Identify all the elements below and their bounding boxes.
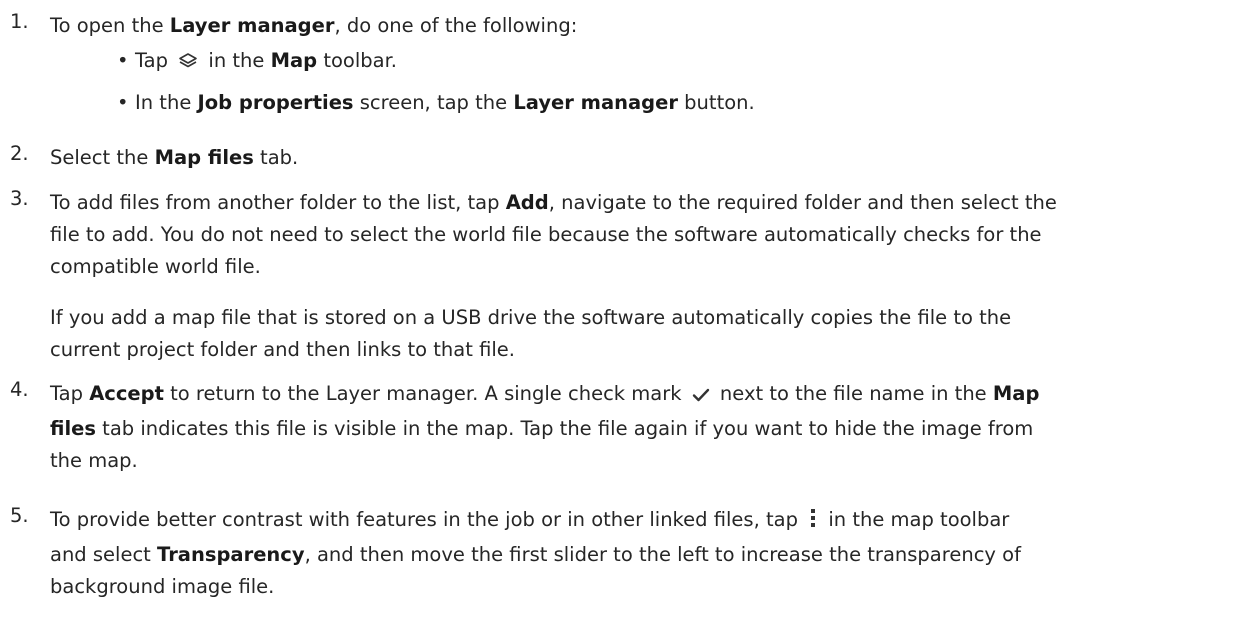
step-text: Tap Accept to return to the Layer manage… (50, 381, 1040, 472)
bullet-item: • In the Job properties screen, tap the … (117, 91, 755, 114)
more-vertical-icon (808, 507, 818, 539)
step-text: Select the Map files tab. (50, 146, 299, 169)
step-number: 1. (10, 10, 29, 33)
bullet-item: • Tap in the Map toolbar. (117, 49, 397, 75)
bullet-dot: • (117, 49, 129, 72)
step-text: To provide better contrast with features… (50, 507, 1021, 598)
step-text: To add files from another folder to the … (50, 191, 1057, 361)
check-mark-icon (692, 381, 710, 413)
step-number: 2. (10, 142, 29, 165)
step-text: To open the Layer manager, do one of the… (50, 14, 578, 37)
instructions-page: 1. To open the Layer manager, do one of … (0, 0, 1260, 630)
bullet-dot: • (117, 91, 129, 114)
step-number: 3. (10, 187, 29, 210)
step-number: 4. (10, 378, 29, 401)
step-number: 5. (10, 504, 29, 527)
layers-icon (178, 52, 198, 75)
